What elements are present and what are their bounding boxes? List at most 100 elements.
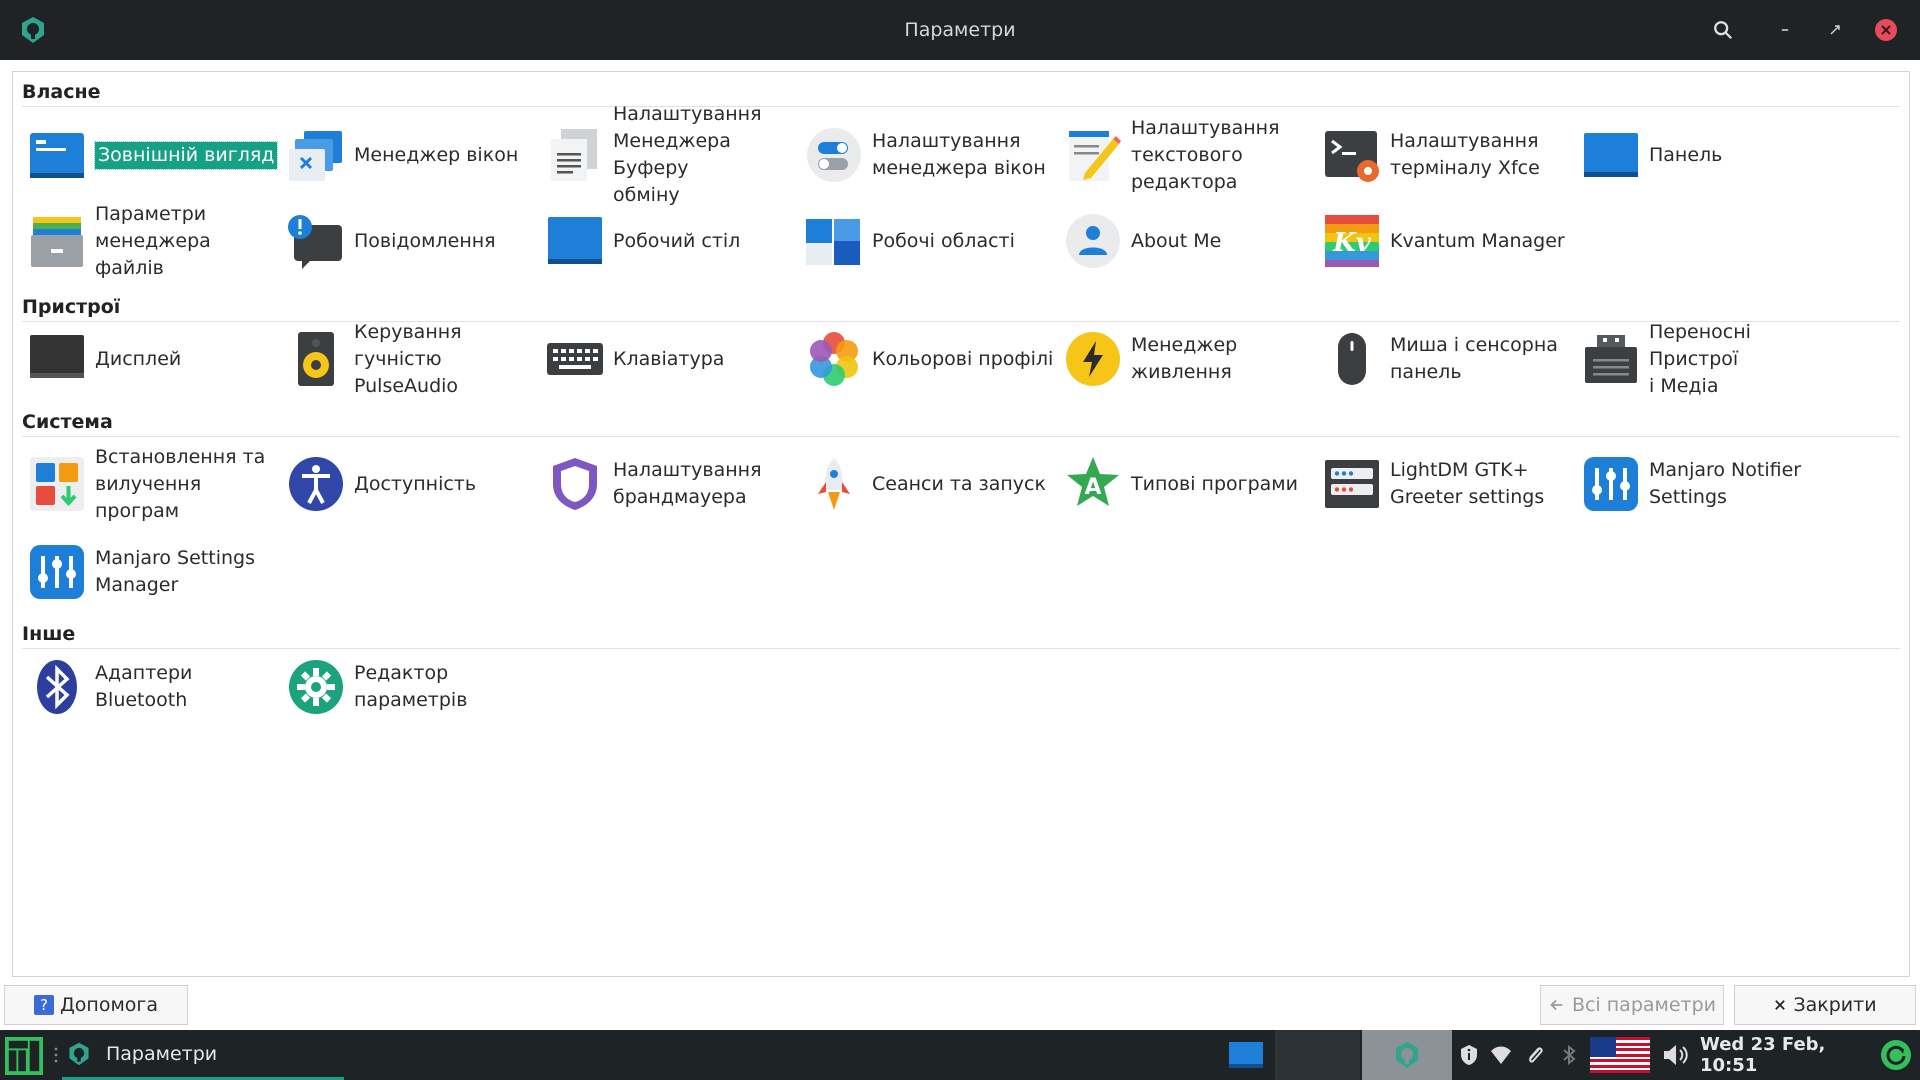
- settings-item-session[interactable]: Сеанси та запуск: [800, 444, 1055, 524]
- display-icon: [27, 329, 87, 389]
- settings-item-kvantum[interactable]: Kv Kvantum Manager: [1318, 201, 1573, 281]
- manjaro-menu-icon[interactable]: [4, 1036, 44, 1076]
- settings-item-notifications[interactable]: Повідомлення: [282, 201, 537, 281]
- all-settings-label: Всі параметри: [1571, 994, 1717, 1016]
- settings-item-panel[interactable]: Панель: [1577, 115, 1832, 195]
- removable-media-icon: [1581, 329, 1641, 389]
- settings-item-default-apps[interactable]: A Типові програми: [1059, 444, 1314, 524]
- session-icon: [804, 454, 864, 514]
- bluetooth-tray-icon[interactable]: [1556, 1042, 1582, 1068]
- close-x-icon: [1775, 1000, 1786, 1010]
- settings-item-speaker[interactable]: Керування гучністю PulseAudio: [282, 319, 537, 399]
- window-title: Параметри: [904, 19, 1016, 41]
- firewall-icon: [545, 454, 605, 514]
- settings-item-terminal[interactable]: Налаштування терміналу Xfce: [1318, 115, 1573, 195]
- help-icon: ?: [33, 995, 54, 1015]
- close-icon: [1875, 19, 1897, 41]
- help-button[interactable]: ? Допомога: [4, 985, 188, 1025]
- desktop-show-icon[interactable]: [1228, 1040, 1264, 1070]
- settings-item-desktop[interactable]: Робочий стіл: [541, 201, 796, 281]
- settings-item-label: Менеджер вікон: [354, 143, 519, 166]
- bluetooth-icon: [27, 657, 87, 717]
- settings-item-workspaces[interactable]: Робочі області: [800, 201, 1055, 281]
- shield-info-icon[interactable]: [1456, 1042, 1482, 1068]
- settings-item-label: Налаштування брандмауера: [613, 459, 762, 508]
- settings-item-settings-editor[interactable]: Редактор параметрів: [282, 647, 537, 727]
- update-icon[interactable]: [1880, 1039, 1912, 1071]
- default-apps-icon: A: [1063, 454, 1123, 514]
- settings-item-label: Налаштування терміналу Xfce: [1390, 130, 1540, 179]
- settings-content: Власне Зовнішній вигляд Менеджер вікон Нала…: [12, 71, 1910, 977]
- workspace-1[interactable]: [1275, 1030, 1360, 1080]
- settings-item-window-manager[interactable]: Менеджер вікон: [282, 115, 537, 195]
- section-title: Інше: [22, 623, 76, 645]
- settings-item-color-profiles[interactable]: Кольорові профілі: [800, 319, 1055, 399]
- settings-item-notifier[interactable]: Manjaro Notifier Settings: [1577, 444, 1832, 524]
- settings-item-label: Менеджер живлення: [1131, 334, 1238, 383]
- file-manager-icon: [27, 211, 87, 271]
- manjaro-settings-icon: [1396, 1042, 1418, 1068]
- software-icon: [27, 454, 87, 514]
- settings-item-label: Панель: [1649, 143, 1723, 166]
- panel-icon: [1581, 125, 1641, 185]
- settings-item-label: Клавіатура: [613, 347, 725, 370]
- minimize-button[interactable]: [1770, 15, 1800, 45]
- settings-item-window-tweaks[interactable]: Налаштування менеджера вікон: [800, 115, 1055, 195]
- desktop-icon: [545, 211, 605, 271]
- us-flag-icon[interactable]: [1590, 1037, 1650, 1073]
- task-label: Параметри: [106, 1042, 218, 1065]
- settings-item-software[interactable]: Встановлення та вилучення програм: [23, 444, 278, 524]
- settings-item-appearance[interactable]: Зовнішній вигляд: [23, 115, 279, 195]
- section-title: Пристрої: [22, 296, 121, 318]
- close-button[interactable]: [1871, 15, 1901, 45]
- section-title: Власне: [22, 81, 101, 103]
- settings-item-bluetooth[interactable]: Адаптери Bluetooth: [23, 647, 278, 727]
- maximize-button[interactable]: [1820, 15, 1850, 45]
- settings-item-label: LightDM GTK+ Greeter settings: [1390, 459, 1545, 508]
- settings-item-label: Миша і сенсорна панель: [1390, 334, 1558, 383]
- svg-text:A: A: [1084, 475, 1101, 500]
- volume-icon[interactable]: [1660, 1041, 1692, 1069]
- close-dialog-button[interactable]: Закрити: [1734, 985, 1916, 1025]
- appearance-icon: [27, 125, 87, 185]
- settings-item-keyboard[interactable]: Клавіатура: [541, 319, 796, 399]
- mouse-icon: [1322, 329, 1382, 389]
- clock[interactable]: Wed 23 Feb, 10:51: [1700, 1030, 1875, 1080]
- workspace-2[interactable]: [1362, 1030, 1452, 1080]
- settings-item-clipboard[interactable]: Налаштування Менеджера Буферу обміну: [541, 103, 796, 206]
- settings-item-user[interactable]: About Me: [1059, 201, 1314, 281]
- taskbar-separator: [52, 1044, 60, 1066]
- search-button[interactable]: [1708, 15, 1738, 45]
- settings-item-removable-media[interactable]: Переносні Пристрої і Медіа: [1577, 319, 1832, 399]
- settings-item-label: Доступність: [354, 472, 477, 495]
- settings-item-mouse[interactable]: Миша і сенсорна панель: [1318, 319, 1573, 399]
- settings-item-label: Повідомлення: [354, 229, 496, 252]
- settings-item-label: Дисплей: [95, 347, 182, 370]
- settings-item-file-manager[interactable]: Параметри менеджера файлів: [23, 201, 278, 281]
- settings-item-text-editor[interactable]: Налаштування текстового редактора: [1059, 115, 1314, 195]
- wifi-icon[interactable]: [1488, 1042, 1514, 1068]
- settings-item-label: Налаштування менеджера вікон: [872, 130, 1046, 179]
- notifications-icon: [286, 211, 346, 271]
- all-settings-button[interactable]: Всі параметри: [1540, 985, 1724, 1025]
- task-button-settings[interactable]: Параметри: [62, 1030, 344, 1080]
- settings-item-label: Зовнішній вигляд: [93, 140, 279, 170]
- speaker-icon: [286, 329, 346, 389]
- user-icon: [1063, 211, 1123, 271]
- settings-item-label: Manjaro Notifier Settings: [1649, 459, 1802, 508]
- terminal-icon: [1322, 125, 1382, 185]
- window-tweaks-icon: [804, 125, 864, 185]
- clipboard-tray-icon[interactable]: [1522, 1042, 1548, 1068]
- settings-item-power[interactable]: Менеджер живлення: [1059, 319, 1314, 399]
- window-titlebar: Параметри: [0, 0, 1920, 60]
- settings-item-settings-manager[interactable]: Manjaro Settings Manager: [23, 532, 278, 612]
- settings-item-label: Налаштування Менеджера Буферу обміну: [613, 103, 762, 206]
- settings-item-lightdm[interactable]: LightDM GTK+ Greeter settings: [1318, 444, 1573, 524]
- settings-item-accessibility[interactable]: Доступність: [282, 444, 537, 524]
- settings-item-label: Кольорові профілі: [872, 347, 1054, 370]
- settings-item-firewall[interactable]: Налаштування брандмауера: [541, 444, 796, 524]
- kvantum-icon: Kv: [1322, 211, 1382, 271]
- settings-item-label: Робочий стіл: [613, 229, 741, 252]
- settings-item-display[interactable]: Дисплей: [23, 319, 278, 399]
- arrow-left-icon: [1550, 999, 1563, 1011]
